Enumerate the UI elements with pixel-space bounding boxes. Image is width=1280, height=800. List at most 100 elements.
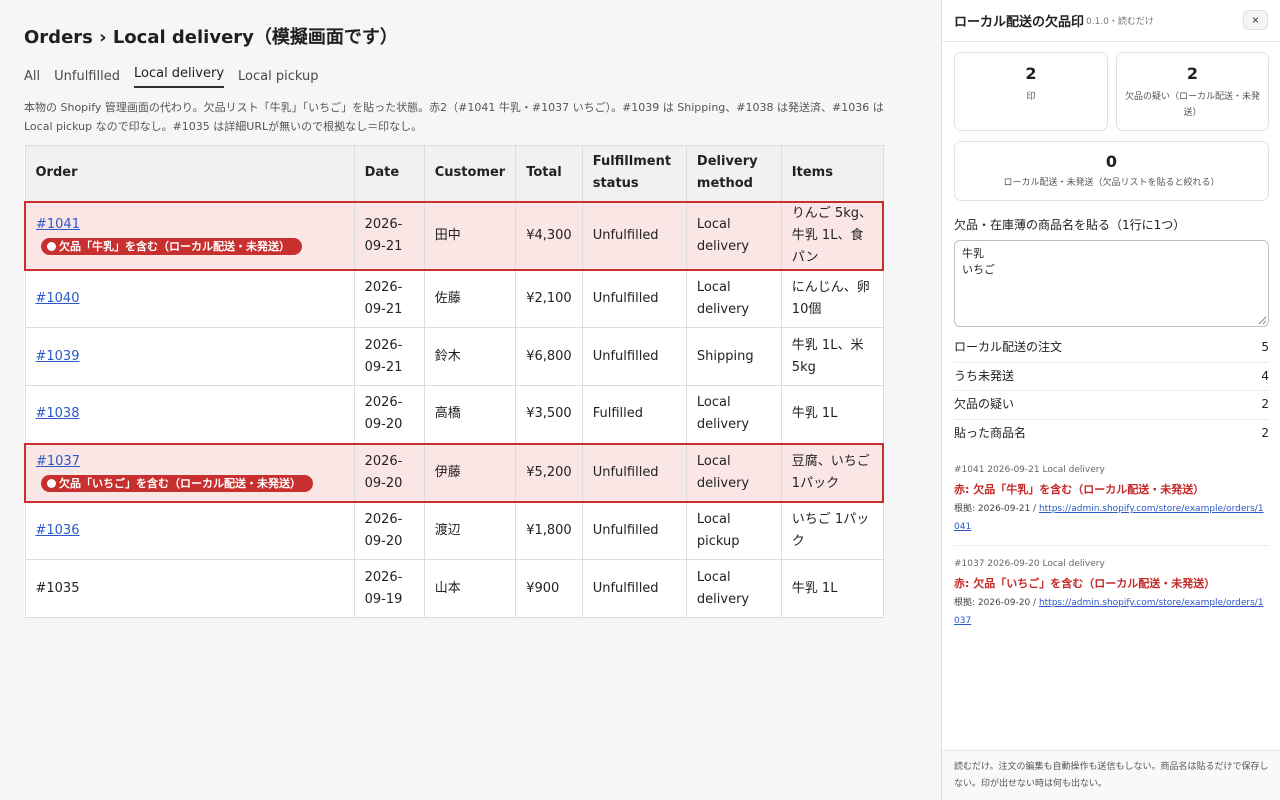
- cell-order: #1038: [24, 385, 355, 444]
- paste-label: 欠品・在庫薄の商品名を貼る（1行に1つ）: [954, 218, 1186, 232]
- cell-items: りんご 5kg、牛乳 1L、食パン: [780, 200, 884, 271]
- finding-evidence: 根拠: 2026-09-20 / https://admin.shopify.c…: [954, 594, 1269, 630]
- close-button[interactable]: ×: [1243, 10, 1268, 30]
- cell-customer: 山本: [423, 559, 517, 618]
- cell-date: 2026-09-20: [353, 442, 425, 503]
- stat-value: 5: [1261, 340, 1269, 354]
- cell-total: ¥900: [515, 559, 583, 618]
- cell-delivery-method: Local delivery: [685, 269, 782, 328]
- cell-customer: 田中: [423, 200, 517, 271]
- panel-header: ローカル配送の欠品印 0.1.0・読むだけ ×: [942, 0, 1280, 42]
- col-header-order[interactable]: Order: [24, 145, 355, 202]
- findings-list: #1041 2026-09-21 Local delivery 赤: 欠品「牛乳…: [954, 460, 1269, 647]
- col-header-total[interactable]: Total: [515, 145, 583, 202]
- cell-total: ¥4,300: [515, 200, 583, 271]
- finding-meta: #1041 2026-09-21 Local delivery: [954, 465, 1105, 475]
- stat-label: うち未発送: [954, 368, 1015, 383]
- tab-unfulfilled[interactable]: Unfulfilled: [54, 64, 120, 90]
- stat-value: 4: [1261, 368, 1269, 383]
- shortage-panel: ローカル配送の欠品印 0.1.0・読むだけ × 2 印 2 欠品の疑い（ローカル…: [941, 0, 1280, 800]
- page-title: Orders › Local delivery（模擬画面です）: [24, 27, 398, 48]
- shortage-list-input[interactable]: [954, 240, 1269, 327]
- finding-evidence: 根拠: 2026-09-21 / https://admin.shopify.c…: [954, 500, 1269, 536]
- table-row: #1036 2026-09-20 渡辺 ¥1,800 Unfulfilled Local …: [24, 501, 884, 560]
- cell-total: ¥5,200: [515, 442, 583, 503]
- card-marks-label: 印: [1026, 92, 1036, 102]
- card-unfulfilled: 0 ローカル配送・未発送（欠品リストを貼ると絞れる）: [954, 141, 1269, 201]
- card-marks: 2 印: [954, 52, 1108, 131]
- order-link[interactable]: #1036: [36, 523, 80, 538]
- stat-local-orders: ローカル配送の注文 5: [954, 334, 1269, 363]
- card-suspected: 2 欠品の疑い（ローカル配送・未発送）: [1116, 52, 1269, 131]
- col-header-delivery-method[interactable]: Delivery method: [685, 145, 782, 202]
- finding-title: 赤: 欠品「いちご」を含む（ローカル配送・未発送）: [954, 577, 1216, 590]
- cell-delivery-method: Local delivery: [685, 385, 782, 444]
- stat-value: 2: [1261, 397, 1269, 411]
- red-dot-icon: [47, 478, 56, 488]
- cell-fulfillment-status: Unfulfilled: [581, 269, 687, 328]
- table-header-row: Order Date Customer Total Fulfillment st…: [24, 145, 884, 202]
- card-marks-value: 2: [1025, 64, 1037, 83]
- red-dot-icon: [47, 241, 56, 251]
- cell-customer: 鈴木: [423, 327, 517, 386]
- order-link[interactable]: #1041: [36, 217, 80, 232]
- app-root: Orders › Local delivery（模擬画面です） All Unful…: [0, 0, 1280, 800]
- tab-all[interactable]: All: [24, 64, 40, 90]
- order-number: #1035: [35, 580, 80, 596]
- cell-items: にんじん、卵 10個: [780, 269, 884, 328]
- order-link[interactable]: #1039: [36, 349, 80, 364]
- cell-total: ¥2,100: [515, 269, 583, 328]
- evidence-prefix: 根拠: 2026-09-21 /: [954, 504, 1039, 514]
- order-link[interactable]: #1040: [36, 291, 80, 306]
- cell-date: 2026-09-21: [353, 327, 425, 386]
- stat-label: 貼った商品名: [954, 425, 1027, 440]
- cell-delivery-method: Local pickup: [685, 501, 782, 560]
- stat-value: 2: [1261, 425, 1269, 440]
- cell-delivery-method: Local delivery: [685, 442, 782, 503]
- tab-local-pickup[interactable]: Local pickup: [238, 64, 318, 90]
- cell-fulfillment-status: Unfulfilled: [581, 327, 687, 386]
- mock-notice: 本物の Shopify 管理画面の代わり。欠品リスト「牛乳」「いちご」を貼った状…: [24, 101, 884, 133]
- table-row: #1039 2026-09-21 鈴木 ¥6,800 Unfulfilled Shippi…: [24, 327, 884, 386]
- col-header-items[interactable]: Items: [780, 145, 884, 202]
- cell-order: #1041 欠品「牛乳」を含む（ローカル配送・未発送）: [23, 200, 355, 271]
- col-header-date[interactable]: Date: [353, 145, 425, 202]
- cell-total: ¥6,800: [515, 327, 583, 386]
- order-link[interactable]: #1037: [36, 454, 80, 469]
- cell-items: 牛乳 1L、米 5kg: [780, 327, 884, 386]
- stat-unfulfilled: うち未発送 4: [954, 363, 1269, 391]
- cell-fulfillment-status: Fulfilled: [581, 385, 687, 444]
- tab-local-delivery[interactable]: Local delivery: [133, 64, 225, 88]
- stat-pasted-names: 貼った商品名 2: [954, 420, 1269, 449]
- cell-customer: 佐藤: [423, 269, 517, 328]
- card-suspected-value: 2: [1186, 64, 1199, 83]
- cell-fulfillment-status: Unfulfilled: [581, 442, 687, 503]
- cell-fulfillment-status: Unfulfilled: [581, 501, 687, 560]
- cell-order: #1039: [24, 327, 355, 386]
- badge-text: 欠品「牛乳」を含む（ローカル配送・未発送）: [59, 239, 290, 253]
- table-row: #1038 2026-09-20 高橋 ¥3,500 Fulfilled Local de…: [24, 385, 884, 444]
- cell-total: ¥1,800: [515, 501, 583, 560]
- cell-customer: 渡辺: [423, 501, 517, 560]
- cell-delivery-method: Local delivery: [685, 559, 782, 618]
- finding-title: 赤: 欠品「牛乳」を含む（ローカル配送・未発送）: [954, 483, 1205, 496]
- order-link[interactable]: #1038: [36, 406, 80, 421]
- card-suspected-label: 欠品の疑い（ローカル配送・未発送）: [1125, 92, 1261, 118]
- cell-date: 2026-09-21: [353, 200, 425, 271]
- orders-table: Order Date Customer Total Fulfillment st…: [23, 145, 884, 618]
- cell-date: 2026-09-20: [353, 385, 425, 444]
- finding-item: #1041 2026-09-21 Local delivery 赤: 欠品「牛乳…: [954, 460, 1269, 546]
- cell-fulfillment-status: Unfulfilled: [581, 200, 687, 271]
- order-tabs: All Unfulfilled Local delivery Local pickup: [24, 64, 914, 90]
- stats-list: ローカル配送の注文 5 うち未発送 4 欠品の疑い 2 貼った商品名 2: [954, 334, 1269, 448]
- cell-items: 牛乳 1L: [780, 559, 884, 618]
- col-header-fulfillment-status[interactable]: Fulfillment status: [581, 145, 687, 202]
- cell-order: #1037 欠品「いちご」を含む（ローカル配送・未発送）: [23, 442, 355, 503]
- table-row: #1040 2026-09-21 佐藤 ¥2,100 Unfulfilled Local …: [24, 269, 884, 328]
- col-header-customer[interactable]: Customer: [423, 145, 517, 202]
- panel-footer: 読むだけ。注文の編集も自動操作も送信もしない。商品名は貼るだけで保存しない。印が…: [942, 750, 1280, 800]
- cell-total: ¥3,500: [515, 385, 583, 444]
- resize-grip-icon[interactable]: [1258, 316, 1267, 325]
- stat-suspected: 欠品の疑い 2: [954, 391, 1269, 420]
- cell-order: #1035: [24, 559, 355, 618]
